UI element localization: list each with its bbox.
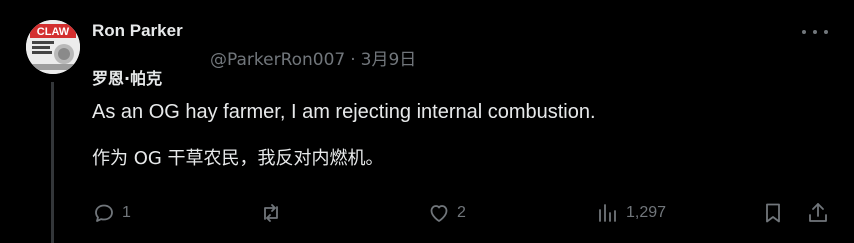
like-button[interactable]: 2 (427, 200, 466, 226)
share-button[interactable] (806, 200, 830, 226)
tweet[interactable]: CLAW Ron Parker @ParkerRon007 · 3月9日 罗恩·帕克… (0, 0, 854, 243)
reply-icon (95, 204, 113, 222)
avatar[interactable]: CLAW (26, 20, 80, 74)
display-name[interactable]: Ron Parker (92, 21, 183, 41)
tweet-translation: 作为 OG 干草农民，我反对内燃机。 (92, 148, 384, 169)
repost-icon (264, 204, 278, 222)
separator: · (350, 50, 356, 70)
like-count: 2 (457, 204, 466, 221)
views-button[interactable]: 1,297 (596, 200, 666, 226)
tweet-text: As an OG hay farmer, I am rejecting inte… (92, 101, 596, 123)
more-icon[interactable] (802, 22, 828, 42)
reply-count: 1 (122, 204, 131, 221)
share-icon (809, 203, 827, 222)
translated-name: 罗恩·帕克 (92, 69, 163, 88)
thread-line (51, 82, 54, 243)
avatar-image: CLAW (26, 20, 80, 74)
bookmark-icon (766, 203, 780, 223)
user-handle[interactable]: @ParkerRon007 (210, 50, 345, 70)
reply-button[interactable]: 1 (92, 200, 131, 226)
heart-icon (430, 205, 448, 222)
views-count: 1,297 (626, 204, 667, 221)
views-icon (599, 204, 616, 222)
bookmark-button[interactable] (761, 200, 785, 226)
post-date[interactable]: 3月9日 (361, 50, 417, 70)
handle-row: @ParkerRon007 · 3月9日 (210, 45, 416, 70)
avatar-logo-text: CLAW (37, 26, 70, 38)
repost-button[interactable] (259, 200, 289, 226)
